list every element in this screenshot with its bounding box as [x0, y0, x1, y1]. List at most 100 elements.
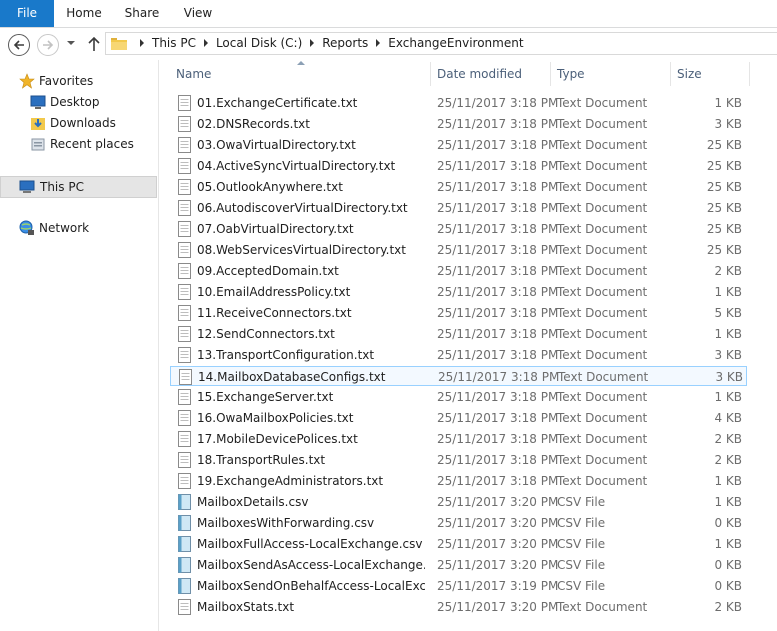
csv-file-icon	[178, 536, 191, 552]
chevron-right-icon[interactable]	[140, 38, 144, 47]
file-size: 1 KB	[714, 537, 742, 551]
file-name: 01.ExchangeCertificate.txt	[197, 96, 358, 110]
table-row[interactable]: MailboxSendOnBehalfAccess-LocalExcha... 2…	[170, 576, 747, 596]
csv-file-icon	[178, 557, 191, 573]
file-type: Text Document	[557, 306, 648, 320]
file-size: 25 KB	[706, 243, 742, 257]
file-date: 25/11/2017 3:18 PM	[437, 453, 559, 467]
nav-favorites[interactable]: Favorites	[19, 71, 139, 91]
table-row[interactable]: MailboxesWithForwarding.csv 25/11/2017 3:…	[170, 513, 747, 533]
view-tab[interactable]: View	[172, 0, 224, 27]
table-row[interactable]: 01.ExchangeCertificate.txt 25/11/2017 3:1…	[170, 93, 747, 113]
chevron-right-icon[interactable]	[376, 38, 381, 47]
table-row[interactable]: 15.ExchangeServer.txt 25/11/2017 3:18 PM T…	[170, 387, 747, 407]
table-row[interactable]: 12.SendConnectors.txt 25/11/2017 3:18 PM T…	[170, 324, 747, 344]
breadcrumb-this-pc[interactable]: This PC	[152, 33, 196, 54]
table-row[interactable]: 10.EmailAddressPolicy.txt 25/11/2017 3:18…	[170, 282, 747, 302]
file-size: 2 KB	[714, 600, 742, 614]
share-tab[interactable]: Share	[116, 0, 168, 27]
table-row[interactable]: 13.TransportConfiguration.txt 25/11/2017 …	[170, 345, 747, 365]
column-type[interactable]: Type	[551, 62, 671, 86]
file-size: 1 KB	[714, 390, 742, 404]
table-row[interactable]: 09.AcceptedDomain.txt 25/11/2017 3:18 PM T…	[170, 261, 747, 281]
table-row[interactable]: 05.OutlookAnywhere.txt 25/11/2017 3:18 PM…	[170, 177, 747, 197]
file-type: Text Document	[557, 432, 648, 446]
column-date-modified[interactable]: Date modified	[431, 62, 551, 86]
file-date: 25/11/2017 3:18 PM	[437, 411, 559, 425]
file-type: Text Document	[557, 474, 648, 488]
column-name[interactable]: Name	[170, 62, 431, 86]
chevron-right-icon[interactable]	[203, 38, 208, 47]
table-row[interactable]: 08.WebServicesVirtualDirectory.txt 25/11/…	[170, 240, 747, 260]
recent-locations-dropdown[interactable]	[64, 36, 78, 50]
table-row[interactable]: 11.ReceiveConnectors.txt 25/11/2017 3:18 …	[170, 303, 747, 323]
file-name: MailboxSendAsAccess-LocalExchange.csv	[197, 558, 425, 572]
text-file-icon	[178, 263, 191, 279]
breadcrumb-local-disk[interactable]: Local Disk (C:)	[216, 33, 302, 54]
file-size: 4 KB	[714, 411, 742, 425]
forward-arrow-icon	[43, 40, 54, 50]
nav-downloads[interactable]: Downloads	[30, 113, 140, 133]
table-row[interactable]: 02.DNSRecords.txt 25/11/2017 3:18 PM Text …	[170, 114, 747, 134]
file-size: 5 KB	[714, 306, 742, 320]
address-bar[interactable]: This PC Local Disk (C:) Reports ExchangeEnv…	[105, 32, 777, 55]
text-file-icon	[178, 284, 191, 300]
table-row[interactable]: 06.AutodiscoverVirtualDirectory.txt 25/11…	[170, 198, 747, 218]
file-type: CSV File	[557, 495, 606, 509]
table-row[interactable]: MailboxDetails.csv 25/11/2017 3:20 PM CSV …	[170, 492, 747, 512]
table-row[interactable]: 04.ActiveSyncVirtualDirectory.txt 25/11/2…	[170, 156, 747, 176]
nav-favorites-label: Favorites	[39, 74, 94, 88]
file-name: 12.SendConnectors.txt	[197, 327, 335, 341]
folder-icon	[111, 38, 127, 50]
back-button[interactable]	[8, 34, 30, 56]
file-name: 02.DNSRecords.txt	[197, 117, 310, 131]
file-tab[interactable]: File	[0, 0, 54, 27]
up-arrow-icon[interactable]	[86, 35, 102, 53]
table-row[interactable]: MailboxFullAccess-LocalExchange.csv 25/11…	[170, 534, 747, 554]
file-name: 03.OwaVirtualDirectory.txt	[197, 138, 356, 152]
table-row[interactable]: MailboxStats.txt 25/11/2017 3:20 PM Text D…	[170, 597, 747, 617]
desktop-icon	[30, 95, 46, 109]
file-name: 11.ReceiveConnectors.txt	[197, 306, 352, 320]
table-row[interactable]: 03.OwaVirtualDirectory.txt 25/11/2017 3:1…	[170, 135, 747, 155]
nav-recent-places[interactable]: Recent places	[30, 134, 140, 154]
file-name: 07.OabVirtualDirectory.txt	[197, 222, 354, 236]
file-size: 1 KB	[714, 285, 742, 299]
text-file-icon	[179, 369, 192, 385]
file-type: Text Document	[557, 243, 648, 257]
text-file-icon	[178, 242, 191, 258]
home-tab[interactable]: Home	[58, 0, 110, 27]
table-row[interactable]: 16.OwaMailboxPolicies.txt 25/11/2017 3:18…	[170, 408, 747, 428]
chevron-right-icon[interactable]	[310, 38, 315, 47]
breadcrumb-reports[interactable]: Reports	[322, 33, 368, 54]
table-row[interactable]: 18.TransportRules.txt 25/11/2017 3:18 PM T…	[170, 450, 747, 470]
file-type: Text Document	[557, 138, 648, 152]
file-type: Text Document	[557, 201, 648, 215]
table-row[interactable]: 14.MailboxDatabaseConfigs.txt 25/11/2017 …	[170, 366, 747, 386]
nav-desktop[interactable]: Desktop	[30, 92, 140, 112]
file-name: 13.TransportConfiguration.txt	[197, 348, 375, 362]
file-name: 05.OutlookAnywhere.txt	[197, 180, 343, 194]
table-row[interactable]: 07.OabVirtualDirectory.txt 25/11/2017 3:1…	[170, 219, 747, 239]
breadcrumb-exchange-environment[interactable]: ExchangeEnvironment	[388, 33, 523, 54]
file-type: Text Document	[557, 390, 648, 404]
file-type: Text Document	[557, 348, 648, 362]
nav-this-pc[interactable]: This PC	[0, 176, 157, 198]
table-row[interactable]: MailboxSendAsAccess-LocalExchange.csv 25/…	[170, 555, 747, 575]
csv-file-icon	[178, 515, 191, 531]
file-type: Text Document	[557, 159, 648, 173]
forward-button[interactable]	[37, 34, 59, 56]
file-size: 1 KB	[714, 474, 742, 488]
table-row[interactable]: 19.ExchangeAdministrators.txt 25/11/2017 …	[170, 471, 747, 491]
text-file-icon	[178, 221, 191, 237]
file-date: 25/11/2017 3:18 PM	[437, 180, 559, 194]
file-name: MailboxesWithForwarding.csv	[197, 516, 375, 530]
column-size[interactable]: Size	[671, 62, 750, 86]
breadcrumb: This PC Local Disk (C:) Reports ExchangeEnv…	[132, 33, 524, 54]
text-file-icon	[178, 179, 191, 195]
file-name: MailboxDetails.csv	[197, 495, 309, 509]
nav-network[interactable]: Network	[19, 218, 139, 238]
computer-icon	[19, 180, 35, 193]
table-row[interactable]: 17.MobileDevicePolices.txt 25/11/2017 3:1…	[170, 429, 747, 449]
file-size: 25 KB	[706, 180, 742, 194]
